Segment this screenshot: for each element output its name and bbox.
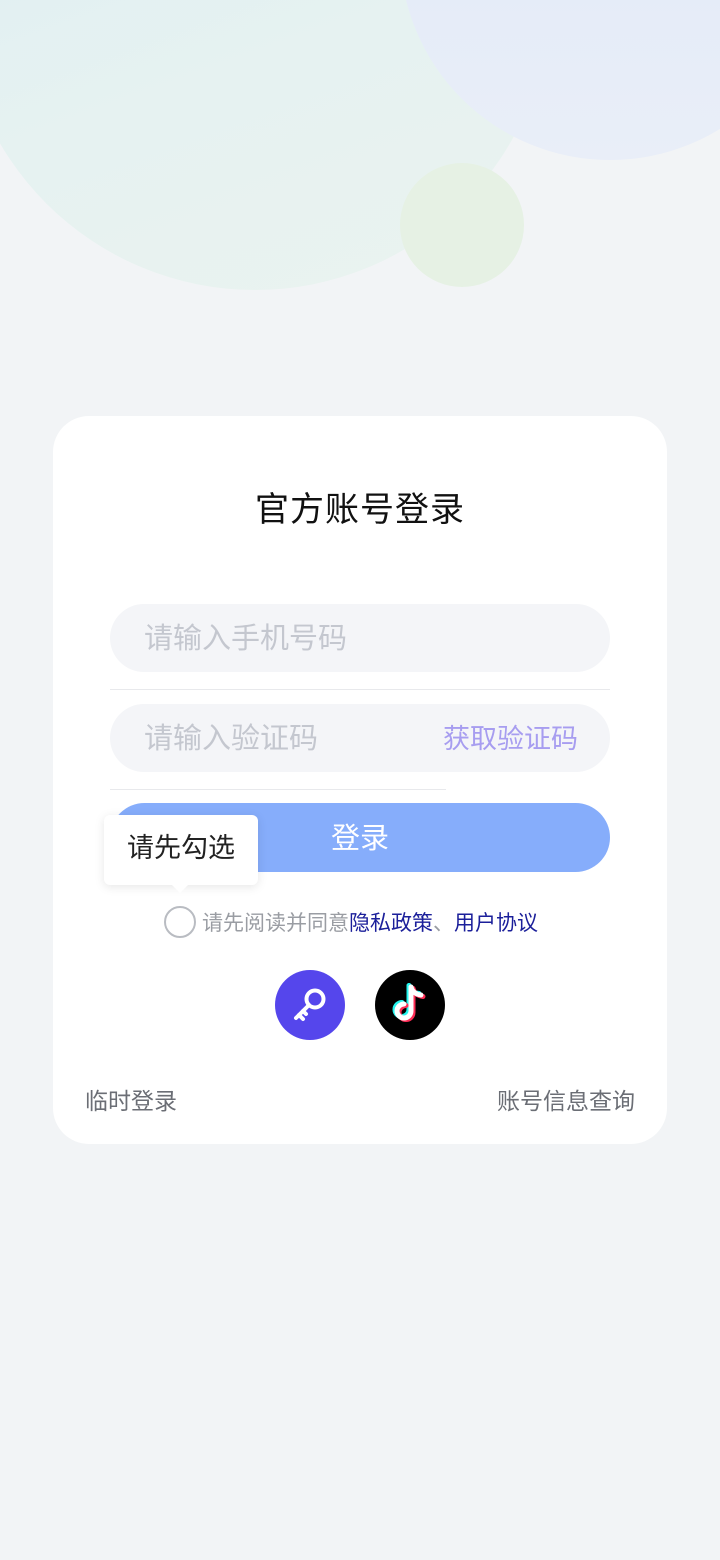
key-login-button[interactable] (275, 970, 345, 1040)
agreement-row: 请先阅读并同意 隐私政策 、 用户协议 (164, 905, 538, 939)
tiktok-icon (392, 983, 426, 1022)
key-icon (294, 988, 326, 1021)
temporary-login-link[interactable]: 临时登录 (85, 1082, 177, 1116)
agree-tooltip: 请先勾选 (104, 815, 258, 885)
tiktok-login-button[interactable] (375, 970, 445, 1040)
verification-code-input[interactable] (142, 720, 436, 756)
agree-checkbox[interactable] (164, 906, 196, 938)
background-circle-small (400, 163, 524, 287)
phone-field (110, 604, 610, 672)
agreement-separator: 、 (433, 911, 454, 935)
account-info-query-link[interactable]: 账号信息查询 (497, 1082, 635, 1116)
privacy-policy-link[interactable]: 隐私政策 (349, 907, 433, 937)
background-circle-right (400, 0, 720, 160)
user-agreement-link[interactable]: 用户协议 (454, 907, 538, 937)
phone-input[interactable] (142, 620, 436, 656)
tooltip-arrow (170, 883, 190, 893)
background-circle-large (0, 0, 550, 290)
get-code-button[interactable]: 获取验证码 (443, 704, 578, 772)
code-underline (110, 789, 446, 790)
code-field: 获取验证码 (110, 704, 610, 772)
page-title: 官方账号登录 (255, 490, 465, 530)
agreement-prefix: 请先阅读并同意 (202, 911, 349, 935)
phone-underline (110, 689, 610, 690)
